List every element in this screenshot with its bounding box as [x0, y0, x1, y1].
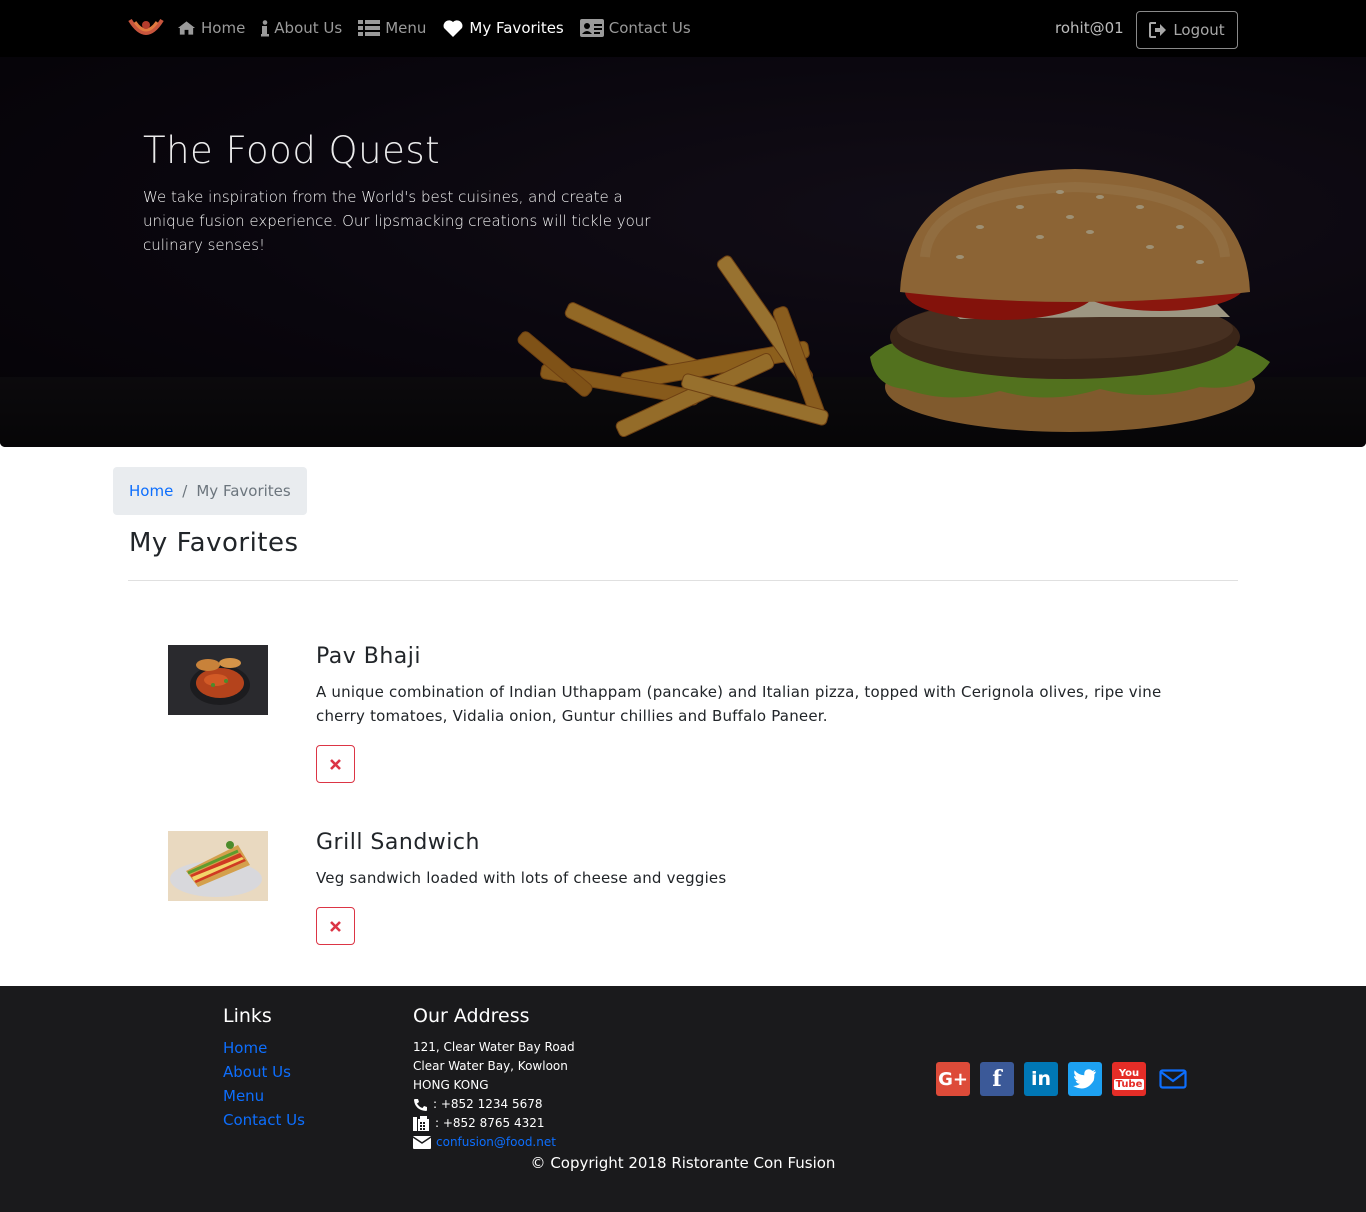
email-social-icon[interactable] [1156, 1062, 1190, 1096]
address-line: HONG KONG [413, 1078, 489, 1092]
google-plus-icon[interactable]: G+ [936, 1062, 970, 1096]
hero-title: The Food Quest [143, 129, 441, 172]
nav-menu-label: Menu [385, 19, 427, 37]
twitter-icon[interactable] [1068, 1062, 1102, 1096]
address-card-icon [579, 19, 604, 37]
breadcrumb-home[interactable]: Home [129, 482, 173, 500]
phone-row: : +852 1234 5678 [413, 1095, 575, 1114]
copyright: © Copyright 2018 Ristorante Con Fusion [530, 1154, 836, 1172]
nav-home-label: Home [201, 19, 246, 37]
breadcrumb-current: My Favorites [196, 482, 291, 500]
email-row: confusion@food.net [413, 1133, 575, 1152]
favorite-name: Pav Bhaji [316, 644, 422, 669]
footer-links: Home About Us Menu Contact Us [223, 1036, 305, 1132]
footer-links-heading: Links [223, 1005, 272, 1027]
envelope-icon [413, 1136, 431, 1149]
fax-row: : +852 8765 4321 [413, 1114, 575, 1133]
phone-icon [414, 1098, 427, 1111]
restaurant-logo[interactable] [127, 12, 165, 44]
delete-favorite-button[interactable] [316, 907, 355, 945]
email-link[interactable]: confusion@food.net [436, 1133, 556, 1152]
facebook-icon[interactable]: f [980, 1062, 1014, 1096]
footer: Links Home About Us Menu Contact Us Our … [0, 986, 1366, 1212]
page-title: My Favorites [129, 528, 299, 558]
linkedin-icon[interactable]: in [1024, 1062, 1058, 1096]
breadcrumb: Home / My Favorites [113, 467, 307, 515]
nav-menu[interactable]: Menu [358, 16, 426, 40]
nav-contact[interactable]: Contact Us [579, 16, 691, 40]
sign-out-icon [1149, 22, 1167, 38]
navbar: Home About Us Menu My Favorites Contact … [0, 0, 1366, 57]
heart-icon [443, 19, 463, 37]
jumbotron: The Food Quest We take inspiration from … [0, 57, 1366, 447]
address-line: Clear Water Bay, Kowloon [413, 1059, 568, 1073]
favorite-description: Veg sandwich loaded with lots of cheese … [316, 869, 727, 887]
home-icon [177, 21, 196, 35]
divider [128, 580, 1238, 581]
grill-sandwich-image [168, 831, 268, 901]
footer-link-contact[interactable]: Contact Us [223, 1108, 305, 1132]
fax-number: : +852 8765 4321 [435, 1116, 545, 1130]
nav-home[interactable]: Home [177, 16, 245, 40]
delete-favorite-button[interactable] [316, 745, 355, 783]
footer-link-home[interactable]: Home [223, 1036, 305, 1060]
times-icon [330, 758, 341, 770]
fax-icon [413, 1115, 429, 1131]
nav-contact-label: Contact Us [608, 19, 691, 37]
nav-about[interactable]: About Us [261, 16, 342, 40]
nav-favorites-label: My Favorites [469, 19, 564, 37]
breadcrumb-separator: / [182, 482, 188, 500]
footer-address-heading: Our Address [413, 1005, 530, 1027]
logout-button[interactable]: Logout [1136, 11, 1238, 49]
pav-bhaji-image [168, 645, 268, 715]
footer-link-menu[interactable]: Menu [223, 1084, 305, 1108]
nav-about-label: About Us [274, 19, 343, 37]
phone-number: : +852 1234 5678 [433, 1097, 543, 1111]
footer-address: 121, Clear Water Bay Road Clear Water Ba… [413, 1038, 575, 1152]
list-icon [358, 20, 381, 36]
footer-link-about[interactable]: About Us [223, 1060, 305, 1084]
times-icon [330, 920, 341, 932]
favorite-name: Grill Sandwich [316, 830, 480, 855]
youtube-icon[interactable]: You Tube [1112, 1062, 1146, 1096]
hero-text: We take inspiration from the World's bes… [143, 188, 651, 254]
favorite-description: A unique combination of Indian Uthappam … [316, 683, 1162, 725]
info-icon [261, 19, 270, 36]
address-line: 121, Clear Water Bay Road [413, 1040, 575, 1054]
logout-label: Logout [1173, 21, 1225, 39]
social-links: G+ f in You Tube [936, 1062, 1200, 1096]
username: rohit@01 [1055, 19, 1124, 37]
nav-favorites[interactable]: My Favorites [442, 16, 564, 40]
